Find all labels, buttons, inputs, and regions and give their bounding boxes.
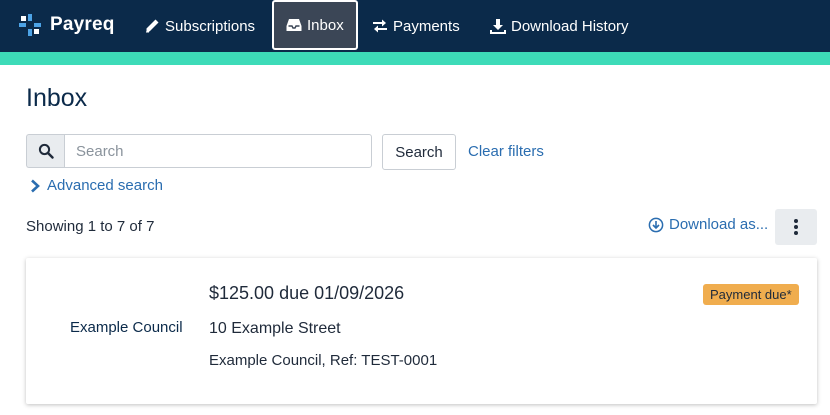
results-count: Showing 1 to 7 of 7 xyxy=(26,218,155,235)
advanced-search-label: Advanced search xyxy=(47,177,163,194)
brand-name: Payreq xyxy=(50,14,115,35)
download-as-link[interactable]: Download as... xyxy=(648,216,768,233)
advanced-search-toggle[interactable]: Advanced search xyxy=(30,177,163,194)
search-icon xyxy=(38,143,54,159)
search-button[interactable]: Search xyxy=(382,134,456,170)
download-icon xyxy=(490,19,506,34)
inbox-icon xyxy=(286,19,302,31)
kebab-menu-icon xyxy=(794,219,798,235)
search-group xyxy=(26,134,372,168)
brand[interactable]: Payreq xyxy=(18,12,115,38)
page-title: Inbox xyxy=(26,84,88,112)
property-address: 10 Example Street xyxy=(209,320,341,337)
top-navbar: Payreq Subscriptions Inbox Payments Down… xyxy=(0,0,830,52)
transfer-arrows-icon xyxy=(373,19,387,33)
download-as-label: Download as... xyxy=(669,216,769,233)
accent-bar xyxy=(0,52,830,65)
clear-filters-link[interactable]: Clear filters xyxy=(468,143,544,160)
inbox-item-card[interactable]: Example Council $125.00 due 01/09/2026 1… xyxy=(26,258,817,404)
nav-item-label: Inbox xyxy=(307,16,344,34)
brand-logo-icon xyxy=(19,14,41,36)
nav-item-label: Download History xyxy=(511,17,629,35)
reference-text: Example Council, Ref: TEST-0001 xyxy=(209,352,438,369)
nav-item-label: Payments xyxy=(393,17,460,35)
search-addon xyxy=(26,134,64,168)
download-circle-icon xyxy=(648,217,664,232)
nav-item-inbox[interactable]: Inbox xyxy=(272,0,358,50)
status-badge: Payment due* xyxy=(703,284,799,305)
nav-item-payments[interactable]: Payments xyxy=(372,12,460,40)
pencil-icon xyxy=(146,19,159,33)
nav-item-label: Subscriptions xyxy=(165,17,256,35)
search-input[interactable] xyxy=(64,134,372,168)
more-options-button[interactable] xyxy=(775,209,817,245)
amount-due: $125.00 due 01/09/2026 xyxy=(209,283,405,303)
chevron-right-icon xyxy=(31,179,40,192)
nav-item-download-history[interactable]: Download History xyxy=(490,12,629,40)
nav-item-subscriptions[interactable]: Subscriptions xyxy=(144,12,255,40)
issuer-name: Example Council xyxy=(70,319,183,336)
